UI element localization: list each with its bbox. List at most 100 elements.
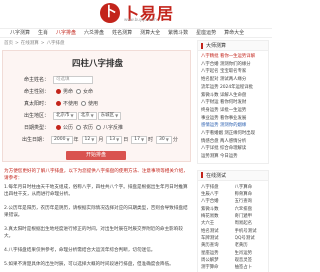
- intro-title: 为方便您更好的了解八字排盘，以下为您提供八字排盘的使用方法、注意事项等相关介绍，…: [4, 169, 188, 181]
- sidebar: 大师测算 八字精批 看你一生运势详解 八字合婚 测测你们的缘分 八字起名 宝宝取名专…: [197, 40, 269, 272]
- chevron-down-icon: ▼: [66, 136, 70, 142]
- nav-item[interactable]: 八字测算: [6, 29, 34, 37]
- site-header: 卜 卜易居 www.buyiju.com: [0, 0, 272, 26]
- nav-item[interactable]: 测算大全: [136, 29, 164, 37]
- sidebar-link[interactable]: 八字详批 综合命理解读: [201, 145, 265, 153]
- intro-paragraph: 1.每年月日时柱由天干地支组成，俗称八字，四柱共八个字。排盘是根据出生年月日时推…: [4, 185, 188, 197]
- breadcrumb-separator: >: [15, 41, 19, 46]
- test-link[interactable]: 五行查询: [235, 198, 266, 205]
- nav-item[interactable]: 算命大全: [220, 29, 248, 37]
- solar-label: 真太阳时：: [23, 101, 49, 107]
- nav-item[interactable]: 紫微斗数: [164, 29, 192, 37]
- test-link[interactable]: 六爻排盘: [235, 206, 266, 213]
- sidebar-link[interactable]: 八字精批 看你一生运势详解: [201, 53, 265, 61]
- sidebar-link[interactable]: 八字财运 看你何时发财: [201, 99, 265, 107]
- year-select[interactable]: 2000 ▼: [51, 135, 73, 144]
- solar-off-label: 不使用: [63, 101, 79, 107]
- gender-female-radio[interactable]: [76, 89, 82, 94]
- nav-item[interactable]: 六爻排盘: [80, 29, 108, 37]
- breadcrumb-item[interactable]: 八字排盘: [47, 41, 65, 46]
- solar-off-radio[interactable]: [56, 101, 61, 106]
- test-link[interactable]: 测字算命: [201, 264, 232, 271]
- solar-on-radio[interactable]: [81, 101, 87, 106]
- province-select[interactable]: 北京市 ▼: [53, 111, 77, 120]
- main-nav: 八字测算 生肖 八字排盘 六爻排盘 姓名测算 测算大全 紫微斗数 星座运势 算命大全: [0, 28, 272, 38]
- test-link[interactable]: 车牌测试: [201, 235, 232, 242]
- calendar-row: 日期类型： 公历 农历 八字反推: [21, 123, 123, 132]
- nav-item[interactable]: 星座运势: [192, 29, 220, 37]
- sidebar-link[interactable]: 情感合盘 两人感情分析: [201, 138, 265, 146]
- test-link[interactable]: 奇门遁甲: [235, 213, 266, 220]
- test-link[interactable]: 姓名测试: [201, 228, 232, 235]
- month-select[interactable]: 12 ▼: [81, 135, 98, 144]
- master-links: 八字精批 看你一生运势详解 八字合婚 测测你们的缘分 八字起名 宝宝取名专家 姓名配对…: [198, 51, 268, 163]
- sidebar-link[interactable]: 姓名配对 测试两人缘分: [201, 76, 265, 84]
- day-select[interactable]: 13 ▼: [106, 135, 123, 144]
- intro-paragraph: 2.公历年是阳历，农历年是阴历，请根据实际情况选择对应的日期类型，否则会导致排盘…: [4, 206, 188, 218]
- sidebar-link[interactable]: 终身运势 详批一生运势: [201, 107, 265, 115]
- test-link[interactable]: 周公解梦: [201, 257, 232, 264]
- intro-paragraph: 5.如果不清楚具体的出生时辰，可以选择大概的时间段进行排盘，但准确度会降低。: [4, 262, 174, 267]
- sidebar-link[interactable]: 八字起名 宝宝取名专家: [201, 68, 265, 76]
- test-link[interactable]: 星座运势: [201, 250, 232, 257]
- test-link[interactable]: 老黄历: [235, 242, 266, 249]
- chevron-down-icon: ▼: [140, 136, 145, 142]
- test-link[interactable]: 生辰八字: [201, 191, 232, 198]
- nav-item[interactable]: 八字排盘: [52, 29, 80, 37]
- test-link[interactable]: 大六壬: [201, 220, 232, 227]
- test-link[interactable]: 紫微斗数: [201, 206, 232, 213]
- bazi-form: 四柱八字排盘 命主姓名： 可选填 命主性别： 男命 女命 真太阳时： 不使用 使…: [2, 50, 191, 162]
- calendar-solar-radio[interactable]: [56, 125, 61, 130]
- test-link[interactable]: 称骨算命: [235, 191, 266, 198]
- calendar-solar-label: 公历: [63, 125, 74, 131]
- accent-bar: [201, 172, 203, 179]
- calendar-lunar-label: 农历: [83, 125, 94, 131]
- gender-male-radio[interactable]: [56, 89, 61, 94]
- name-input[interactable]: 可选填: [53, 75, 93, 84]
- hour-select[interactable]: 17 ▼: [131, 135, 148, 144]
- test-link[interactable]: 八字排盘: [201, 184, 232, 191]
- test-link[interactable]: 黄历查询: [201, 242, 232, 249]
- reverse-radio[interactable]: [96, 125, 102, 130]
- accent-bar: [201, 42, 203, 49]
- day-unit: 日: [123, 137, 129, 143]
- test-link[interactable]: 梅花易数: [201, 213, 232, 220]
- test-link[interactable]: 观音灵签: [235, 257, 266, 264]
- nav-item[interactable]: 生肖: [34, 29, 52, 37]
- calendar-label: 日期类型：: [23, 125, 49, 131]
- logo-mark: 卜: [100, 3, 120, 23]
- test-link[interactable]: QQ号测试: [235, 235, 266, 242]
- hour-unit: 时: [148, 137, 154, 143]
- sidebar-link[interactable]: 感情运势 测测你的姻缘: [201, 122, 265, 130]
- test-link[interactable]: 八字算命: [235, 184, 266, 191]
- district-select[interactable]: 东城区 ▼: [97, 111, 122, 120]
- minute-select[interactable]: 30 ▼: [156, 135, 172, 144]
- logo-url: www.buyiju.com: [124, 17, 157, 22]
- test-link[interactable]: 周易起名: [235, 220, 266, 227]
- intro-paragraph: 3.真太阳时是根据出生地经度进行修正的时间，对出生时辰在时辰交界附近的命主影响较…: [4, 227, 183, 239]
- test-link[interactable]: 手机号测试: [235, 228, 266, 235]
- chevron-down-icon: ▼: [91, 136, 95, 142]
- submit-button[interactable]: 开始排盘: [66, 151, 126, 160]
- breadcrumb-item[interactable]: 首页: [4, 41, 13, 46]
- test-link[interactable]: 八字合婚: [201, 198, 232, 205]
- chevron-down-icon: ▼: [115, 112, 119, 118]
- gender-label: 命主性别：: [23, 89, 49, 95]
- sidebar-link[interactable]: 八字看婚姻 测正缘何时出现: [201, 130, 265, 138]
- year-unit: 年: [73, 137, 79, 143]
- breadcrumb-item[interactable]: 在线测算: [21, 41, 39, 46]
- sidebar-link[interactable]: 紫微斗数 详解人生命盘: [201, 92, 265, 100]
- sidebar-link[interactable]: 八字合婚 测测你们的缘分: [201, 61, 265, 69]
- calendar-lunar-radio[interactable]: [76, 125, 82, 130]
- sidebar-link[interactable]: 运势测算 今日运势: [201, 153, 265, 161]
- nav-item[interactable]: 姓名测算: [108, 29, 136, 37]
- site-logo[interactable]: 卜 卜易居 www.buyiju.com: [100, 2, 174, 24]
- form-title: 四柱八字排盘: [71, 59, 123, 69]
- test-link[interactable]: 生肖运势: [235, 250, 266, 257]
- sidebar-link[interactable]: 流年运势 2024年运程详批: [201, 84, 265, 92]
- gender-male-label: 男命: [63, 89, 74, 95]
- sidebar-link[interactable]: 事业运势 看你事业发展: [201, 115, 265, 123]
- city-select[interactable]: 北京 ▼: [77, 111, 97, 120]
- online-tests-title: 在线测试: [206, 172, 227, 179]
- test-link[interactable]: 抽签占卜: [235, 264, 266, 271]
